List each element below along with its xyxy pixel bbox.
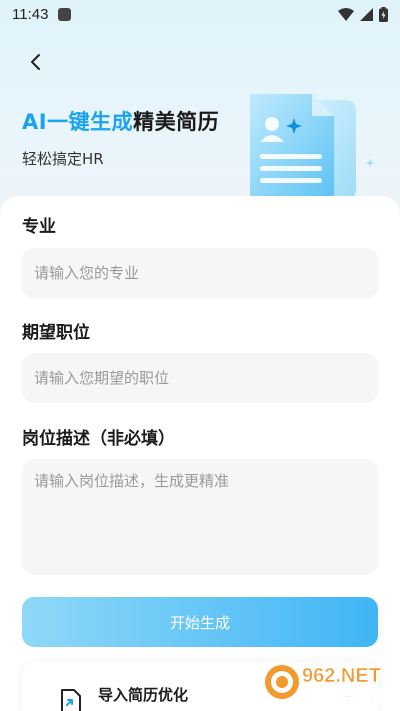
- hero-title-rest: 精美简历: [133, 110, 220, 134]
- status-time: 11:43: [12, 5, 49, 23]
- document-import-icon: [61, 689, 81, 711]
- position-label: 期望职位: [22, 323, 90, 343]
- hero-title: AI一键生成精美简历: [22, 106, 219, 136]
- hero-subtitle: 轻松搞定HR: [22, 150, 104, 168]
- back-button[interactable]: [22, 48, 50, 76]
- chevron-left-icon: [31, 54, 40, 70]
- status-bar: 11:43: [0, 0, 400, 28]
- notification-icon: [58, 7, 72, 21]
- battery-icon: [379, 6, 388, 22]
- wifi-icon: [338, 7, 354, 21]
- hero-title-accent: AI一键生成: [22, 110, 134, 134]
- major-label: 专业: [22, 217, 56, 237]
- resume-document-icon: [250, 94, 375, 202]
- svg-text:乐游网: 乐游网: [340, 688, 385, 706]
- signal-icon: [360, 7, 373, 21]
- svg-text:962.NET: 962.NET: [302, 665, 381, 687]
- description-textarea[interactable]: [22, 459, 378, 575]
- watermark-logo: 962.NET 乐游网: [265, 665, 385, 706]
- status-icons: [338, 6, 388, 22]
- description-label: 岗位描述（非必填）: [22, 429, 175, 449]
- major-input[interactable]: [22, 248, 378, 298]
- position-input[interactable]: [22, 353, 378, 403]
- import-resume-label: 导入简历优化: [98, 686, 189, 704]
- start-generate-button[interactable]: 开始生成: [22, 597, 378, 647]
